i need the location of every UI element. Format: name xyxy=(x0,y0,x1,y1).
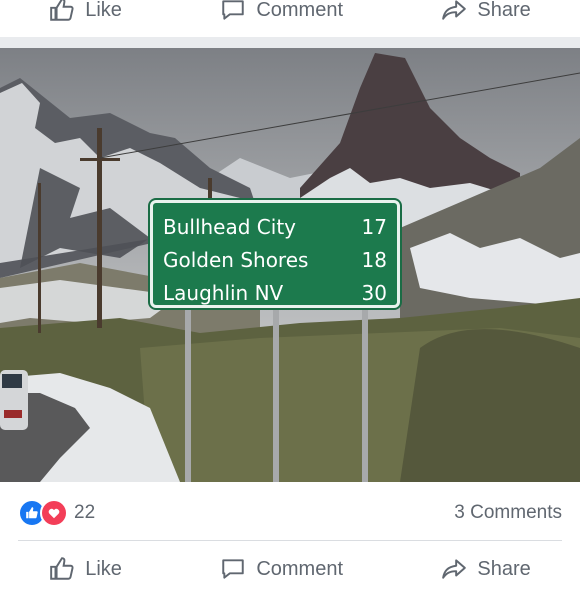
sign-row: Bullhead City 17 xyxy=(163,211,387,244)
highway-distance-sign: Bullhead City 17 Golden Shores 18 Laughl… xyxy=(150,200,400,308)
reaction-count-group[interactable]: 22 xyxy=(18,499,95,527)
share-button[interactable]: Share xyxy=(441,0,531,23)
like-label: Like xyxy=(85,557,122,580)
post-separator xyxy=(0,37,580,48)
reaction-icons xyxy=(18,499,68,527)
thumbs-up-icon xyxy=(50,0,74,21)
comment-button[interactable]: Comment xyxy=(220,556,343,582)
sign-row: Laughlin NV 30 xyxy=(163,277,387,310)
top-action-bar: Like Comment Share xyxy=(0,0,580,32)
comment-label: Comment xyxy=(256,0,344,21)
reactions-summary: 22 3 Comments xyxy=(0,494,580,532)
love-icon xyxy=(40,499,68,527)
sign-miles: 30 xyxy=(361,281,387,305)
like-button[interactable]: Like xyxy=(49,556,122,582)
reaction-count: 22 xyxy=(74,502,96,523)
sign-place: Bullhead City xyxy=(163,215,296,239)
share-icon xyxy=(442,559,467,579)
share-label: Share xyxy=(477,557,531,580)
sign-row: Golden Shores 18 xyxy=(163,244,387,277)
like-label: Like xyxy=(85,0,122,21)
share-button[interactable]: Share xyxy=(441,556,531,582)
comment-icon xyxy=(222,0,245,20)
sign-miles: 17 xyxy=(361,215,387,239)
share-icon xyxy=(442,0,467,20)
bottom-action-bar: Like Comment Share xyxy=(0,547,580,591)
like-button[interactable]: Like xyxy=(49,0,122,23)
thumbs-up-icon xyxy=(50,557,74,580)
post-photo[interactable]: Bullhead City 17 Golden Shores 18 Laughl… xyxy=(0,48,580,482)
divider xyxy=(18,540,562,541)
sign-place: Golden Shores xyxy=(163,248,309,272)
share-label: Share xyxy=(477,0,531,21)
comment-label: Comment xyxy=(256,557,344,580)
comment-button[interactable]: Comment xyxy=(220,0,343,23)
sign-place: Laughlin NV xyxy=(163,281,284,305)
comment-icon xyxy=(222,559,245,579)
sign-miles: 18 xyxy=(361,248,387,272)
comments-count-link[interactable]: 3 Comments xyxy=(454,502,562,524)
